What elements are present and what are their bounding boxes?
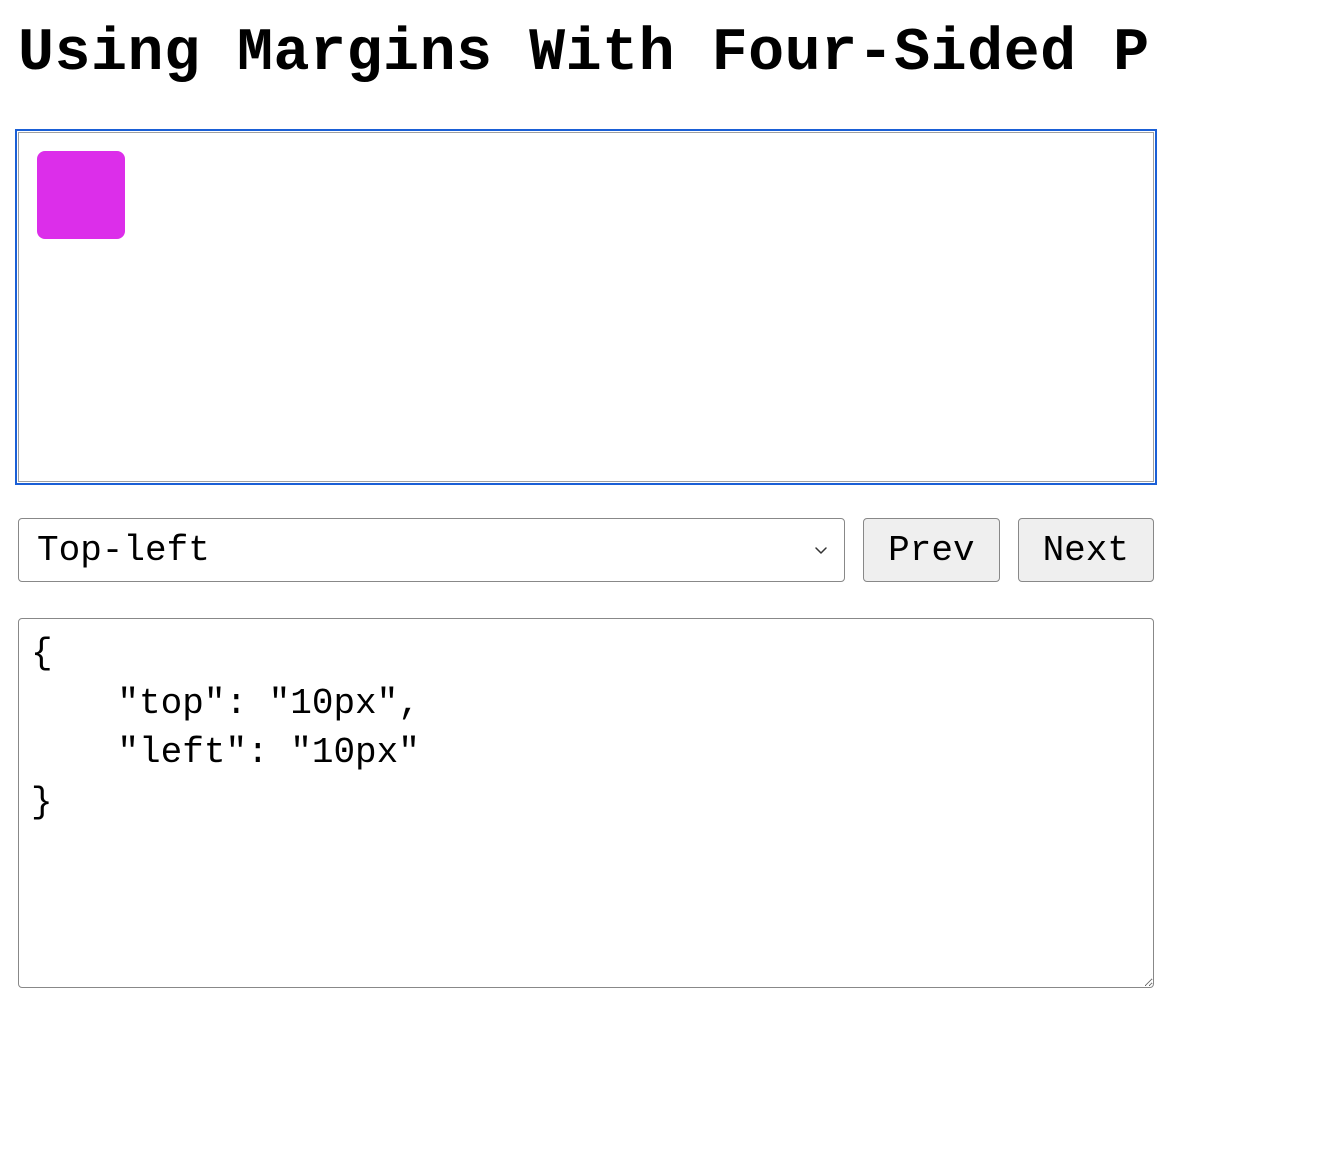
controls-row: Top-left Prev Next [18,518,1154,582]
position-select[interactable]: Top-left [18,518,845,582]
prev-button[interactable]: Prev [863,518,999,582]
next-button[interactable]: Next [1018,518,1154,582]
page-title: Using Margins With Four-Sided P [18,20,1322,88]
page-root: Using Margins With Four-Sided P Top-left… [0,0,1340,1006]
position-select-wrap: Top-left [18,518,845,582]
positioned-box [37,151,125,239]
code-textarea[interactable] [18,618,1154,988]
demo-canvas[interactable] [18,132,1154,482]
